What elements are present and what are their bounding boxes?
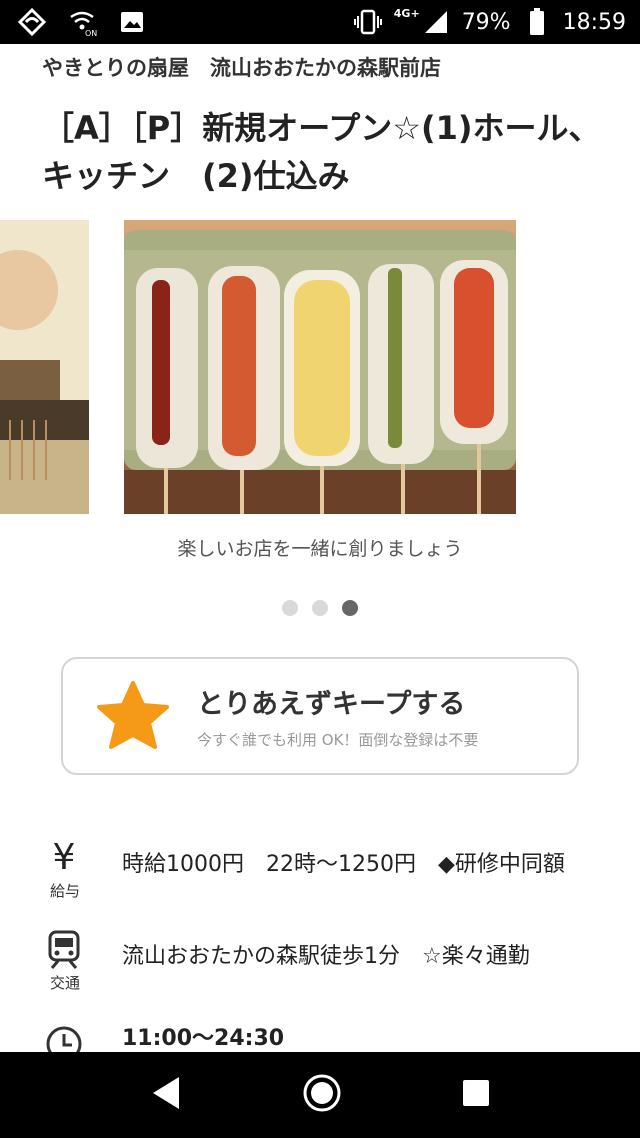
status-bar: ON 4G+ 79% 18:59 — [0, 0, 640, 44]
salary-text: 時給1000円 22時〜1250円 ◆研修中同額 — [122, 852, 565, 877]
salary-row: ¥ 給与 時給1000円 22時〜1250円 ◆研修中同額 — [0, 840, 640, 910]
star-icon — [97, 681, 169, 749]
keep-sublabel: 今すぐ誰でも利用 OK！面倒な登録は不要 — [197, 731, 479, 749]
svg-text:ON: ON — [85, 29, 97, 37]
keep-label: とりあえずキープする — [197, 689, 466, 720]
navigation-bar — [0, 1052, 640, 1138]
image-icon — [116, 7, 148, 37]
network-type: 4G+ — [393, 7, 420, 20]
signal-icon — [420, 7, 452, 37]
hours-text: 11:00〜24:30 — [122, 1026, 285, 1051]
carousel-caption: 楽しいお店を一緒に創りましょう — [177, 538, 463, 560]
app-logo-icon — [16, 7, 48, 37]
back-icon[interactable] — [149, 1075, 183, 1115]
previous-slide-image[interactable] — [0, 220, 89, 514]
battery-percent: 79% — [461, 9, 511, 35]
battery-icon — [521, 7, 553, 37]
job-title: ［A］［P］新規オープン☆(1)ホール、キッチン (2)仕込み — [42, 109, 601, 195]
photo-carousel[interactable] — [0, 220, 640, 514]
carousel-dot-active[interactable] — [342, 600, 358, 616]
transport-label: 交通 — [49, 974, 80, 992]
home-icon[interactable] — [301, 1072, 343, 1118]
recents-icon[interactable] — [461, 1078, 491, 1112]
carousel-dot[interactable] — [312, 600, 328, 616]
carousel-dot[interactable] — [282, 600, 298, 616]
train-icon — [40, 930, 88, 974]
salary-label: 給与 — [49, 882, 80, 900]
transport-row: 交通 流山おおたかの森駅徒歩1分 ☆楽々通勤 — [0, 930, 640, 1000]
wifi-calling-icon: ON — [66, 7, 98, 37]
keep-button[interactable]: とりあえずキープする 今すぐ誰でも利用 OK！面倒な登録は不要 — [61, 657, 579, 775]
vibrate-icon — [352, 7, 384, 37]
transport-text: 流山おおたかの森駅徒歩1分 ☆楽々通勤 — [122, 944, 530, 969]
clock: 18:59 — [562, 9, 626, 35]
carousel-indicator[interactable] — [0, 600, 640, 616]
shop-name: やきとりの扇屋 流山おおたかの森駅前店 — [42, 56, 441, 80]
yen-icon: ¥ — [52, 837, 76, 878]
yakitori-photo[interactable] — [124, 220, 516, 514]
